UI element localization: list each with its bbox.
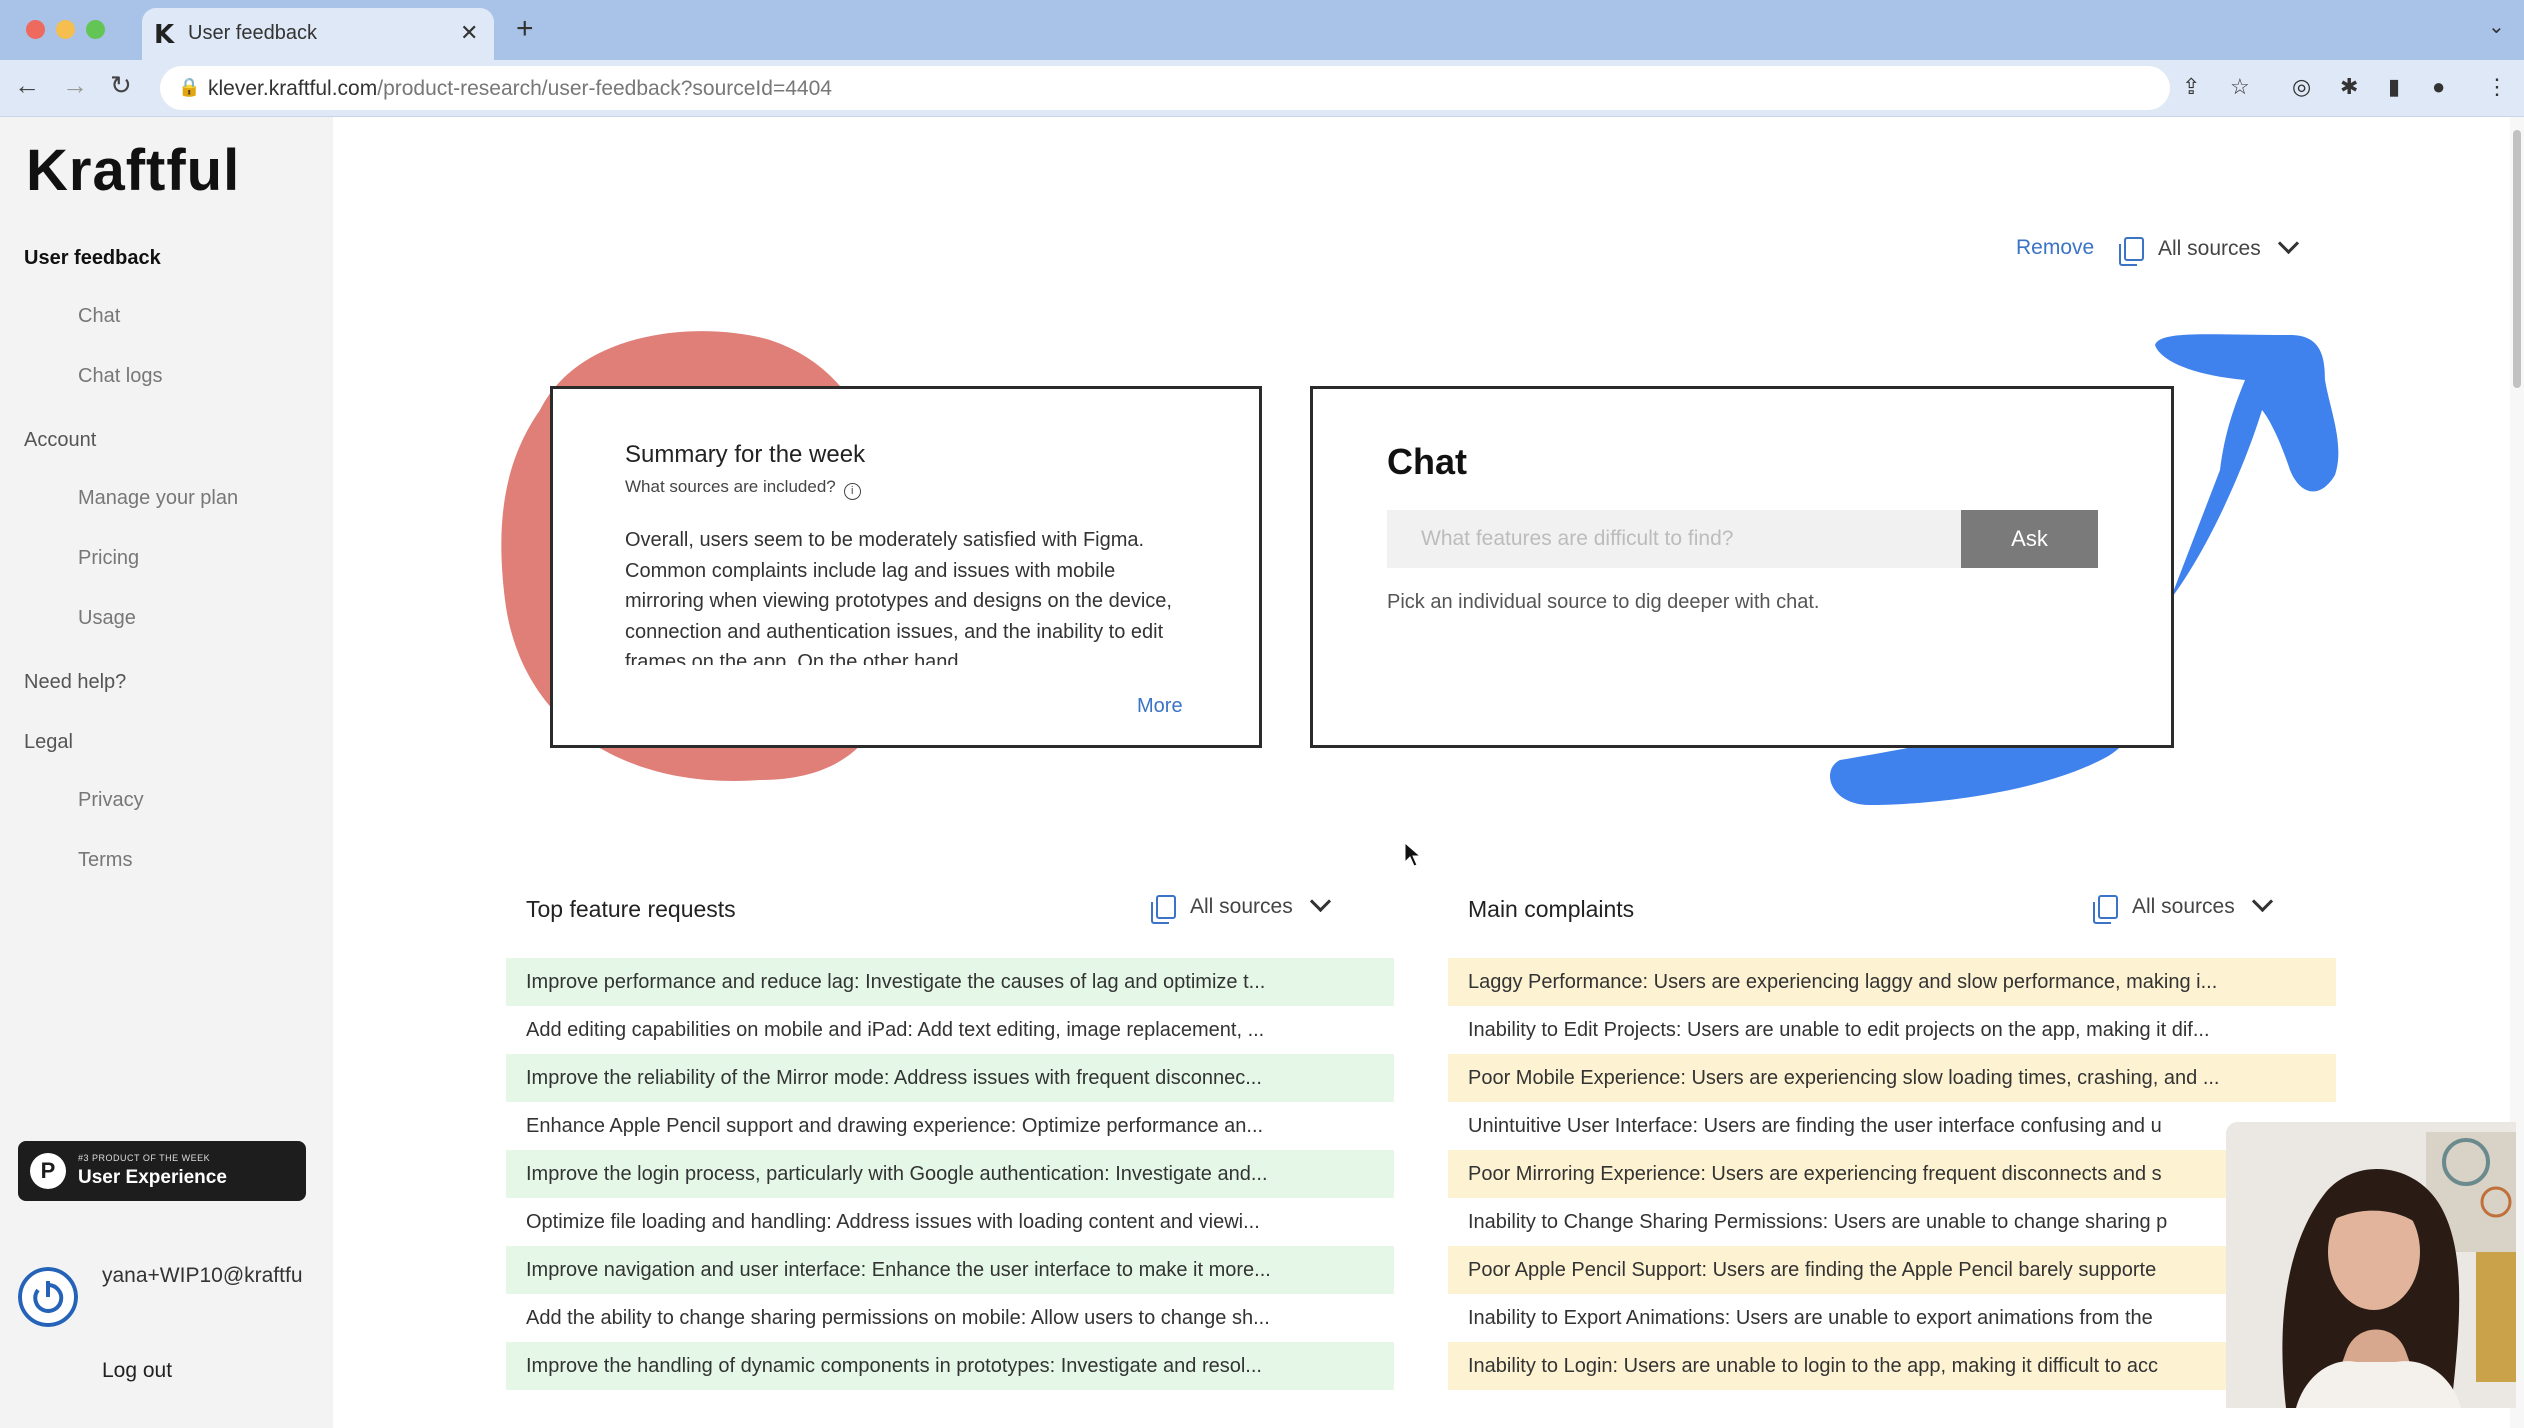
chat-hint: Pick an individual source to dig deeper … (1387, 591, 1820, 613)
list-item[interactable]: Optimize file loading and handling: Addr… (506, 1198, 1394, 1246)
list-item[interactable]: Inability to Export Animations: Users ar… (1448, 1294, 2336, 1342)
feature-requests-list: Improve performance and reduce lag: Inve… (506, 958, 1394, 1390)
list-item[interactable]: Improve navigation and user interface: E… (506, 1246, 1394, 1294)
copy-icon (1151, 895, 1176, 925)
list-item[interactable]: Poor Mobile Experience: Users are experi… (1448, 1054, 2336, 1102)
list-item[interactable]: Add editing capabilities on mobile and i… (506, 1006, 1394, 1054)
more-link[interactable]: More (1137, 695, 1183, 718)
list-item[interactable]: Unintuitive User Interface: Users are fi… (1448, 1102, 2336, 1150)
mouse-cursor-icon (1404, 842, 1422, 867)
list-item[interactable]: Improve the login process, particularly … (506, 1150, 1394, 1198)
list-item[interactable]: Improve the reliability of the Mirror mo… (506, 1054, 1394, 1102)
feature-requests-title: Top feature requests (526, 896, 736, 922)
list-item[interactable]: Improve performance and reduce lag: Inve… (506, 958, 1394, 1006)
list-item[interactable]: Inability to Edit Projects: Users are un… (1448, 1006, 2336, 1054)
complaints-title: Main complaints (1468, 896, 1635, 922)
sources-label: All sources (2132, 895, 2235, 918)
feature-requests-panel: Top feature requests All sources Improve… (506, 862, 1394, 1428)
chat-card: Chat Ask Pick an individual source to di… (1310, 386, 2174, 748)
chat-input[interactable] (1387, 510, 1961, 568)
webcam-overlay (2226, 1122, 2516, 1408)
ask-button[interactable]: Ask (1961, 510, 2098, 568)
summary-subtitle: What sources are included? (625, 477, 836, 496)
list-item[interactable]: Laggy Performance: Users are experiencin… (1448, 958, 2336, 1006)
info-icon[interactable]: i (843, 483, 861, 500)
presenter-video (2226, 1122, 2516, 1408)
feature-requests-sources-dropdown[interactable]: All sources (1151, 890, 1331, 925)
list-item[interactable]: Poor Mirroring Experience: Users are exp… (1448, 1150, 2336, 1198)
chat-title: Chat (1387, 441, 1467, 482)
complaints-list: Laggy Performance: Users are experiencin… (1448, 958, 2336, 1390)
complaints-sources-dropdown[interactable]: All sources (2093, 890, 2273, 925)
list-item[interactable]: Add the ability to change sharing permis… (506, 1294, 1394, 1342)
sources-label: All sources (1190, 895, 1293, 918)
scrollbar-thumb[interactable] (2513, 130, 2521, 388)
summary-sources-link[interactable]: What sources are included? i (625, 477, 861, 500)
copy-icon (2093, 895, 2118, 925)
list-item[interactable]: Improve the handling of dynamic componen… (506, 1342, 1394, 1390)
chevron-down-icon (2251, 890, 2273, 913)
summary-title: Summary for the week (625, 441, 866, 468)
summary-card: Summary for the week What sources are in… (550, 386, 1262, 748)
list-item[interactable]: Enhance Apple Pencil support and drawing… (506, 1102, 1394, 1150)
list-item[interactable]: Poor Apple Pencil Support: Users are fin… (1448, 1246, 2336, 1294)
chevron-down-icon (1309, 890, 1331, 913)
list-item[interactable]: Inability to Change Sharing Permissions:… (1448, 1198, 2336, 1246)
summary-body: Overall, users seem to be moderately sat… (625, 529, 1172, 665)
complaints-panel: Main complaints All sources Laggy Perfor… (1448, 862, 2336, 1428)
blue-arrow-head (2155, 334, 2339, 600)
list-item[interactable]: Inability to Login: Users are unable to … (1448, 1342, 2336, 1390)
